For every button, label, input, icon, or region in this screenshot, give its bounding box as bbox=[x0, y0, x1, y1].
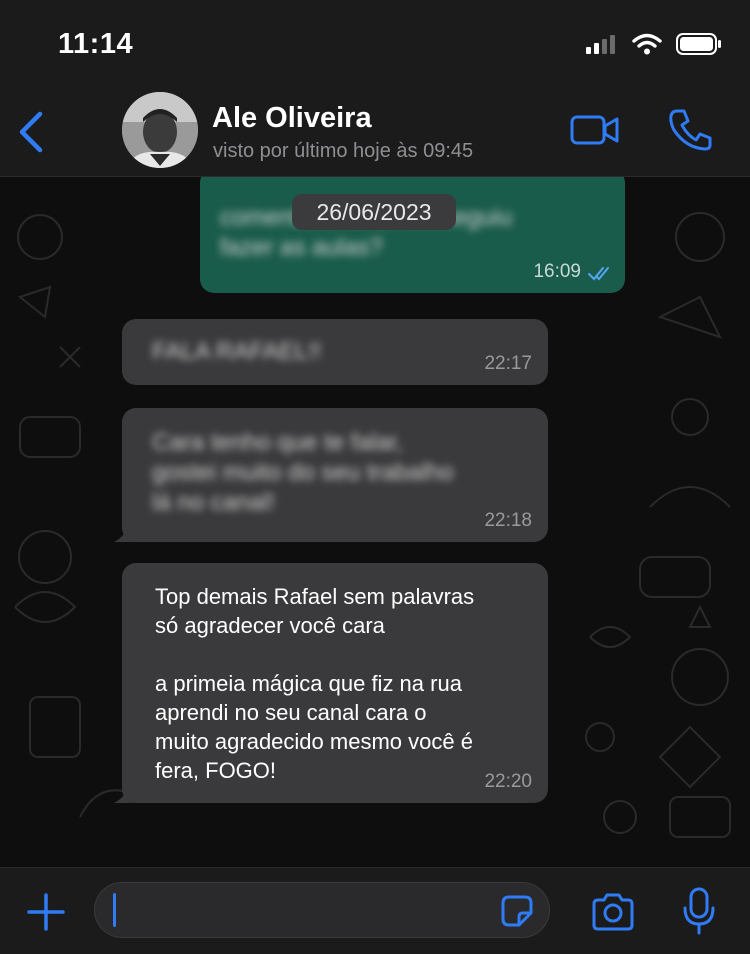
avatar-photo bbox=[122, 92, 198, 168]
clock: 11:14 bbox=[58, 28, 134, 60]
status-bar: 11:14 bbox=[0, 0, 750, 84]
message-bubble-incoming[interactable]: FALA RAFAEL!! 22:17 bbox=[122, 319, 548, 385]
text-caret bbox=[113, 893, 116, 927]
message-text: Top demais Rafael sem palavras só agrade… bbox=[155, 584, 475, 783]
bubble-tail bbox=[114, 785, 134, 803]
camera-icon[interactable] bbox=[590, 892, 636, 932]
message-composer bbox=[0, 867, 750, 954]
wifi-icon bbox=[632, 33, 662, 55]
message-time: 16:09 bbox=[533, 261, 581, 282]
last-seen-status: visto por último hoje às 09:45 bbox=[213, 140, 474, 162]
contact-name[interactable]: Ale Oliveira bbox=[212, 102, 372, 135]
message-bubble-incoming[interactable]: Top demais Rafael sem palavras só agrade… bbox=[114, 563, 548, 803]
phone-call-icon[interactable] bbox=[668, 108, 714, 152]
message-time: 22:17 bbox=[484, 353, 532, 374]
video-call-icon[interactable] bbox=[570, 114, 620, 146]
plus-icon[interactable] bbox=[26, 892, 66, 932]
status-icons bbox=[586, 33, 722, 55]
battery-icon bbox=[676, 33, 721, 55]
chevron-left-icon[interactable] bbox=[16, 110, 46, 154]
read-receipt-icon bbox=[588, 267, 609, 281]
sticker-icon[interactable] bbox=[499, 893, 535, 929]
microphone-icon[interactable] bbox=[682, 886, 716, 936]
message-time: 22:20 bbox=[484, 771, 532, 792]
date-separator: 26/06/2023 bbox=[292, 194, 456, 230]
message-input[interactable] bbox=[94, 882, 550, 938]
message-text-blurred: Cara tenho que te falar, gostei muito do … bbox=[152, 429, 454, 516]
message-bubble-incoming[interactable]: Cara tenho que te falar, gostei muito do … bbox=[114, 408, 548, 542]
avatar[interactable] bbox=[122, 92, 198, 168]
message-time: 22:18 bbox=[484, 510, 532, 531]
chat-area[interactable]: comentário você conseguiufazer as aulas?… bbox=[0, 177, 750, 867]
chat-header: Ale Oliveira visto por último hoje às 09… bbox=[0, 84, 750, 177]
message-text-blurred: FALA RAFAEL!! bbox=[152, 338, 322, 365]
bubble-tail bbox=[114, 524, 134, 542]
signal-icon bbox=[586, 35, 615, 54]
